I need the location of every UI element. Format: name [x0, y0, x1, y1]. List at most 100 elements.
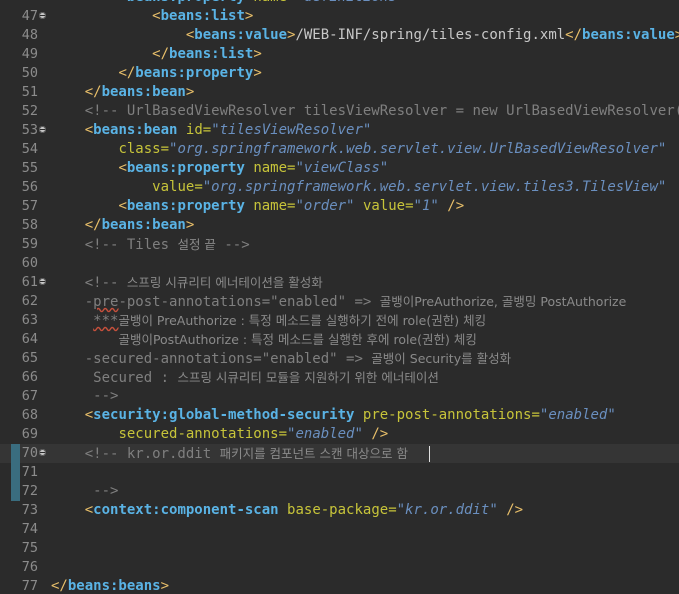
xml-comment-text: 패키지를 컴포넌트 스캔 대상으로 함	[219, 446, 408, 461]
xml-tag-name: beans:property	[126, 198, 245, 214]
code-text: <!-- 스프링 시큐리티 에너테이션을 활성화	[51, 273, 323, 293]
code-line[interactable]: 57 <beans:property name="order" value="1…	[0, 197, 679, 216]
code-line[interactable]: 59 <!-- Tiles 설정 끝 -->	[0, 235, 679, 254]
xml-comment: -post-annotations="enabled" =>	[118, 294, 380, 310]
line-number: 64	[21, 331, 38, 347]
code-line[interactable]: 52 <!-- UrlBasedViewResolver tilesViewRe…	[0, 102, 679, 121]
line-number: 54	[21, 141, 38, 157]
code-line[interactable]: 50 </beans:property>	[0, 64, 679, 83]
line-number: 57	[21, 198, 38, 214]
code-line[interactable]: 58 </beans:bean>	[0, 216, 679, 235]
xml-comment: -secured-annotations="enabled" =>	[84, 351, 372, 367]
text	[279, 502, 287, 518]
xml-attribute-value: "1"	[413, 198, 439, 214]
text	[355, 198, 363, 214]
xml-attribute-value: "order"	[295, 198, 355, 214]
line-number: 76	[21, 559, 38, 575]
code-text: </beans:list>	[51, 45, 262, 64]
line-number: 55	[21, 160, 38, 176]
xml-equals: =	[388, 502, 397, 518]
code-line[interactable]: 64 골뱅이PostAuthorize : 특정 메소드를 실행한 후에 rol…	[0, 330, 679, 349]
xml-bracket: />	[506, 502, 524, 518]
code-editor[interactable]: <beans:property name="definitions">47 <b…	[0, 0, 679, 594]
code-text: Secured : 스프링 시큐리티 모듈을 지원하기 위한 에너테이션	[51, 368, 439, 388]
line-number: 67	[21, 388, 38, 404]
code-line[interactable]: 48 <beans:value>/WEB-INF/spring/tiles-co…	[0, 26, 679, 45]
xml-comment-text: 골뱅이PostAuthorize : 특정 메소드를 실행한 후에 role(권…	[118, 332, 477, 347]
xml-tag-name: beans:bean	[93, 122, 178, 138]
xml-bracket: </	[152, 46, 170, 62]
xml-tag-name: beans:value	[582, 27, 675, 43]
code-line[interactable]: 61 <!-- 스프링 시큐리티 에너테이션을 활성화	[0, 273, 679, 292]
spell-error-text: ***	[93, 313, 119, 329]
code-line[interactable]: 67 -->	[0, 387, 679, 406]
line-number: 59	[21, 236, 38, 252]
line-number: 65	[21, 350, 38, 366]
line-number: 62	[21, 293, 38, 309]
code-line[interactable]: 68 <security:global-method-security pre-…	[0, 406, 679, 425]
fold-toggle-icon[interactable]	[39, 278, 46, 285]
xml-attribute-value: "enabled"	[287, 426, 363, 442]
xml-bracket: <	[84, 502, 94, 518]
code-line[interactable]: 54 class="org.springframework.web.servle…	[0, 140, 679, 159]
xml-comment: -->	[93, 483, 119, 499]
code-line[interactable]: 74	[0, 520, 679, 539]
fold-toggle-icon[interactable]	[39, 449, 46, 456]
line-number: 52	[21, 103, 38, 119]
code-line[interactable]: 51 </beans:bean>	[0, 83, 679, 102]
xml-comment-text: 골뱅이PreAuthorize, 골뱅밍 PostAuthorize	[379, 294, 627, 309]
code-text: <!-- Tiles 설정 끝 -->	[51, 235, 250, 255]
code-text: </beans:beans>	[51, 577, 169, 594]
fold-toggle-icon[interactable]	[39, 126, 46, 133]
code-text: </beans:property>	[51, 64, 261, 83]
xml-comment: <!-- kr.or.ddit	[84, 446, 220, 462]
code-line[interactable]: 53 <beans:bean id="tilesViewResolver"	[0, 121, 679, 140]
text	[177, 122, 185, 138]
code-line[interactable]: 55 <beans:property name="viewClass"	[0, 159, 679, 178]
xml-attribute-value: "kr.or.ddit"	[396, 502, 498, 518]
line-number: 75	[21, 540, 38, 556]
text: /WEB-INF/spring/tiles-config.xml	[295, 27, 566, 43]
code-text: <beans:bean id="tilesViewResolver"	[51, 121, 372, 140]
code-line[interactable]: 72 -->	[0, 482, 679, 501]
code-text: <beans:property name="definitions">	[51, 0, 413, 7]
code-line[interactable]: 71	[0, 463, 679, 482]
code-line[interactable]: 47 <beans:list>	[0, 7, 679, 26]
code-line-current[interactable]: 70 <!-- kr.or.ddit 패키지를 컴포넌트 스캔 대상으로 함	[0, 444, 679, 463]
code-line[interactable]: 77 </beans:beans>	[0, 577, 679, 594]
code-line[interactable]: 65 -secured-annotations="enabled" => 골뱅이…	[0, 349, 679, 368]
code-line[interactable]: 62 -pre-post-annotations="enabled" => 골뱅…	[0, 292, 679, 311]
xml-tag-name: beans:list	[160, 8, 245, 24]
code-text: value="org.springframework.web.servlet.v…	[51, 178, 666, 197]
code-line[interactable]: 60	[0, 254, 679, 273]
xml-attribute: value	[362, 198, 406, 214]
text	[439, 198, 447, 214]
code-text: <beans:property name="order" value="1" /…	[51, 197, 464, 216]
xml-equals: =	[194, 179, 203, 195]
code-line[interactable]: 63 ***골뱅이 PreAuthorize : 특정 메소드를 실행하기 전에…	[0, 311, 679, 330]
xml-bracket: <	[84, 407, 94, 423]
code-line[interactable]: 56 value="org.springframework.web.servle…	[0, 178, 679, 197]
xml-bracket: </	[51, 578, 68, 594]
code-line[interactable]: 49 </beans:list>	[0, 45, 679, 64]
code-line[interactable]: 75	[0, 539, 679, 558]
code-line[interactable]: 73 <context:component-scan base-package=…	[0, 501, 679, 520]
code-text: </beans:bean>	[51, 216, 195, 235]
code-line[interactable]: 76	[0, 558, 679, 577]
line-number: 73	[21, 502, 38, 518]
xml-tag-name: beans:property	[135, 65, 254, 81]
xml-bracket: </	[565, 27, 583, 43]
code-line[interactable]: 69 secured-annotations="enabled" />	[0, 425, 679, 444]
code-line[interactable]: 66 Secured : 스프링 시큐리티 모듈을 지원하기 위한 에너테이션	[0, 368, 679, 387]
fold-toggle-icon[interactable]	[39, 12, 46, 19]
